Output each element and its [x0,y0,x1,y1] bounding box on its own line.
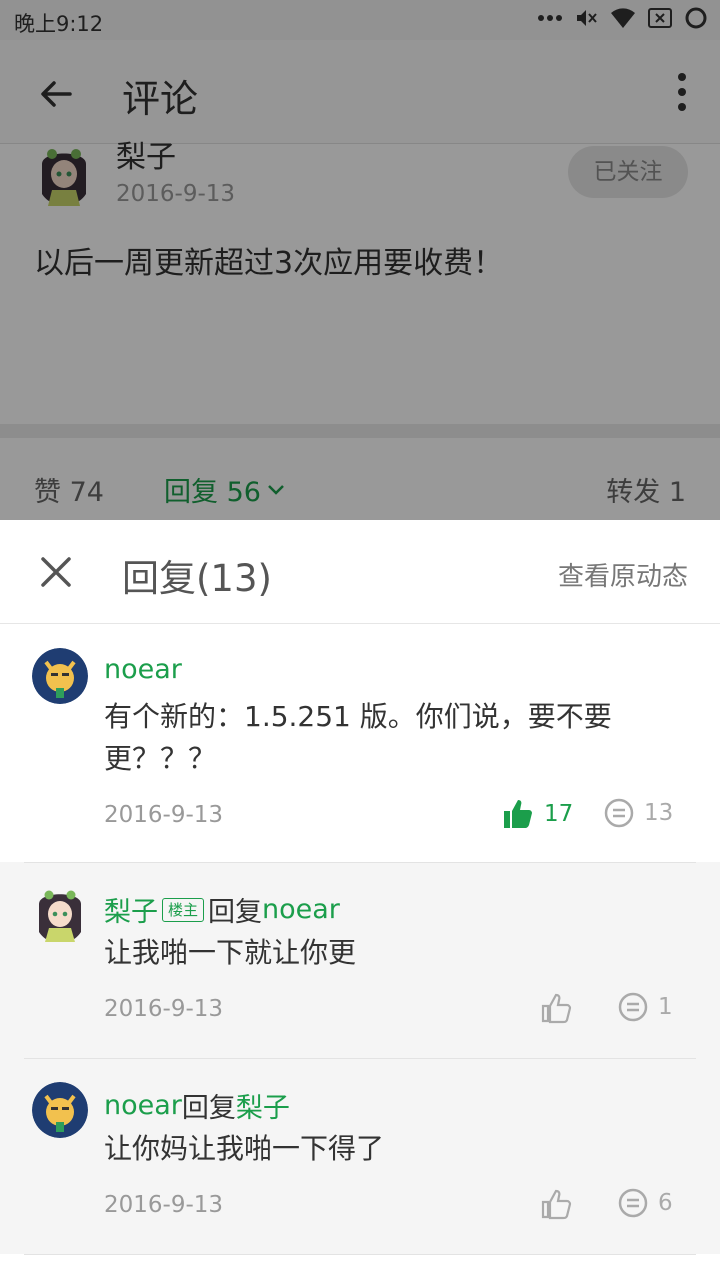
battery-icon [685,7,707,29]
more-options-icon[interactable] [678,72,686,112]
reply-author-line: noear 回复 梨子 [104,1086,290,1125]
reply-count-button[interactable]: 13 [604,798,673,828]
reply-item: 梨子 楼主 回复 noear 让我啪一下就让你更 2016-9-13 1 [0,862,720,1058]
reply-text: 让你妈让我啪一下得了 [104,1132,385,1165]
section-divider [0,424,720,438]
comment-bubble-icon [604,798,634,828]
mute-icon [577,10,597,26]
comment-item: noear 有个新的：1.5.251 版。你们说，要不要更？？？ 2016-9-… [0,624,720,862]
like-button[interactable]: 17 [502,798,573,830]
thumbs-up-filled-icon [504,800,532,828]
avatar[interactable] [32,886,88,942]
app-bar: 评论 [0,40,720,144]
follow-button[interactable]: 已关注 [568,146,688,198]
avatar[interactable] [32,1082,88,1138]
reply-target-name[interactable]: 梨子 [236,1086,290,1125]
comment-text: 有个新的：1.5.251 版。你们说，要不要更？？？ [104,700,612,775]
status-bar: 晚上9:12 [0,0,720,40]
reply-author-name[interactable]: 梨子 [104,890,158,929]
comment-author-line: noear [104,654,182,685]
divider [24,862,696,863]
status-icons [538,6,708,30]
reply-target-name[interactable]: noear [262,894,340,925]
post-author-name[interactable]: 梨子 [116,132,176,176]
reply-word: 回复 [208,897,263,928]
divider [24,1058,696,1059]
view-original-link[interactable]: 查看原动态 [558,556,688,593]
reply-count-tab[interactable]: 回复 56 [164,470,285,509]
reply-date: 2016-9-13 [104,996,224,1022]
sheet-header: 回复(13) 查看原动态 [0,520,720,624]
wifi-icon [611,8,635,28]
reply-author-line: 梨子 楼主 回复 noear [104,890,340,929]
divider [24,1254,696,1255]
background-page: 晚上9:12 评论 梨子 2016-9-13 已关注 以后一周更新超过3次应用要… [0,0,720,520]
reply-text: 让我啪一下就让你更 [104,936,357,969]
more-notifications-icon [538,15,562,21]
page-title: 评论 [122,77,199,121]
thumbs-up-icon [541,1189,572,1220]
like-count: 17 [544,801,574,827]
sheet-title: 回复(13) [122,557,272,600]
comment-bubble-icon [618,992,648,1022]
reply-count-button[interactable]: 1 [618,992,673,1022]
avatar[interactable] [34,144,94,206]
close-icon[interactable] [40,556,72,588]
op-badge: 楼主 [162,897,205,922]
reply-count: 1 [658,994,673,1020]
comment-author-name[interactable]: noear [104,654,182,685]
thumbs-up-icon [541,993,572,1024]
back-arrow-icon[interactable] [36,74,76,114]
post-date: 2016-9-13 [116,181,236,207]
stats-bar: 赞 74 回复 56 转发 1 [0,438,720,520]
reply-count-button[interactable]: 6 [618,1188,673,1218]
no-sim-icon [648,8,672,28]
like-button[interactable] [540,992,572,1024]
status-time: 晚上9:12 [14,12,104,36]
post-text: 以后一周更新超过3次应用要收费！ [34,246,504,281]
reply-author-name[interactable]: noear [104,1090,182,1121]
comment-bubble-icon [618,1188,648,1218]
reply-date: 2016-9-13 [104,1192,224,1218]
chevron-down-icon [268,484,284,495]
avatar[interactable] [32,648,88,704]
forward-count-tab[interactable]: 转发 1 [606,470,686,509]
like-count-tab[interactable]: 赞 74 [34,470,104,509]
reply-count: 13 [644,800,674,826]
reply-count: 6 [658,1190,673,1216]
reply-word: 回复 [181,1093,236,1124]
comment-date: 2016-9-13 [104,802,224,828]
reply-count-label: 回复 56 [164,477,261,508]
reply-item: noear 回复 梨子 让你妈让我啪一下得了 2016-9-13 6 [0,1058,720,1254]
like-button[interactable] [540,1188,572,1220]
reply-sheet: 回复(13) 查看原动态 noear 有个新的：1.5.251 版。你们说，要不… [0,520,720,1280]
